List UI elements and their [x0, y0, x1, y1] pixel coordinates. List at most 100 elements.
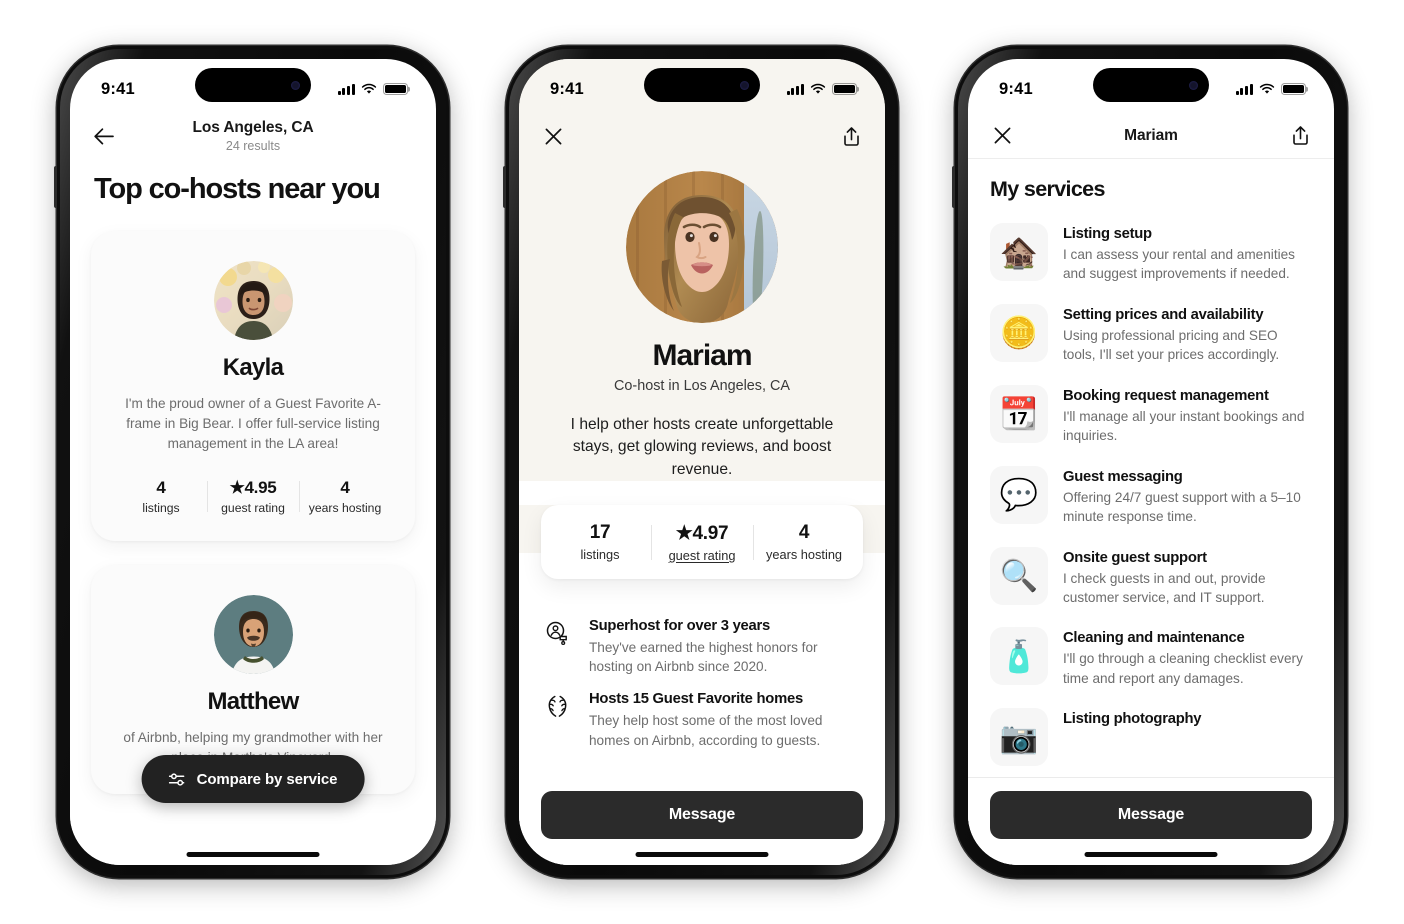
- status-bar: 9:41: [70, 59, 436, 113]
- avatar: [626, 171, 778, 323]
- avatar: [213, 261, 293, 341]
- badge-desc: They help host some of the most loved ho…: [589, 713, 823, 748]
- cohost-stats: 4 listings ★4.95 guest rating 4 years ho…: [115, 478, 391, 515]
- front-camera-icon: [291, 80, 300, 90]
- service-desc: I'll go through a cleaning checklist eve…: [1063, 651, 1303, 686]
- service-item[interactable]: 🏚️ Listing setup I can assess your renta…: [990, 213, 1312, 294]
- service-title: Cleaning and maintenance: [1063, 630, 1245, 647]
- phone-2-navbar: [519, 113, 885, 159]
- share-upload-icon: [1292, 126, 1308, 145]
- badge-desc: They've earned the highest honors for ho…: [589, 639, 818, 675]
- phone-2-profile: 9:41 Mariam Co-host in Los Angeles, CA I…: [503, 46, 898, 878]
- stat-value: ★4.95: [229, 478, 277, 498]
- avatar-image: [626, 171, 778, 323]
- badge-text: Hosts 15 Guest Favorite homes They help …: [589, 691, 859, 750]
- status-icons: [1235, 82, 1306, 96]
- cellular-bars-icon: [1235, 83, 1253, 95]
- stat-guest-rating[interactable]: ★4.97 guest rating: [651, 522, 753, 563]
- badge-superhost: Superhost for over 3 years They've earne…: [545, 603, 859, 677]
- service-title: Setting prices and availability: [1063, 306, 1264, 323]
- profile-hero: Mariam Co-host in Los Angeles, CA I help…: [519, 159, 885, 481]
- service-text: Listing setup I can assess your rental a…: [1063, 223, 1312, 284]
- service-item[interactable]: 📷 Listing photography: [990, 698, 1312, 776]
- service-item[interactable]: 🧴 Cleaning and maintenance I'll go throu…: [990, 617, 1312, 698]
- phone-1-search-results: 9:41 Los Angeles, CA 24 results Top co-h…: [54, 46, 449, 878]
- service-title: Listing photography: [1063, 711, 1202, 728]
- home-indicator[interactable]: [186, 852, 320, 857]
- house-icon: 🏚️: [990, 223, 1048, 281]
- speech-bubbles-icon: 💬: [990, 465, 1048, 524]
- message-button[interactable]: Message: [541, 791, 863, 839]
- badge-title: Superhost for over 3 years: [589, 617, 770, 634]
- close-button[interactable]: [987, 121, 1017, 151]
- profile-subtitle: Co-host in Los Angeles, CA: [614, 378, 790, 394]
- avatar-image: [213, 261, 293, 341]
- home-indicator[interactable]: [635, 852, 769, 857]
- service-desc: Using professional pricing and SEO tools…: [1063, 327, 1280, 363]
- screenshot-stage: 9:41 Los Angeles, CA 24 results Top co-h…: [0, 0, 1404, 924]
- tune-sliders-icon: [168, 772, 185, 786]
- message-button[interactable]: Message: [990, 791, 1312, 839]
- stat-listings: 4 listings: [115, 478, 207, 515]
- cohost-name: Matthew: [207, 688, 299, 716]
- service-desc: Offering 24/7 guest support with a 5–10 …: [1063, 489, 1301, 525]
- stat-value: 4: [798, 521, 810, 543]
- phone-1-navbar: Los Angeles, CA 24 results: [70, 113, 436, 159]
- page-title: Los Angeles, CA: [192, 118, 314, 136]
- badge-text: Superhost for over 3 years They've earne…: [589, 618, 859, 677]
- services-scroll[interactable]: My services 🏚️ Listing setup I can asses…: [968, 159, 1334, 865]
- service-desc: I can assess your rental and amenities a…: [1063, 247, 1295, 282]
- phone-2-content: Mariam Co-host in Los Angeles, CA I help…: [519, 159, 885, 865]
- camera-icon: 📷: [990, 708, 1048, 767]
- badge-title: Hosts 15 Guest Favorite homes: [589, 691, 803, 708]
- service-title: Onsite guest support: [1063, 549, 1207, 566]
- service-item[interactable]: 🔍 Onsite guest support I check guests in…: [990, 537, 1312, 618]
- status-bar: 9:41: [519, 59, 885, 113]
- cohost-card-kayla[interactable]: Kayla I'm the proud owner of a Guest Fav…: [91, 231, 415, 542]
- close-x-icon: [545, 128, 561, 144]
- front-camera-icon: [1189, 80, 1198, 90]
- guest-favorite-laurel-icon: [545, 691, 572, 750]
- profile-stats-card: 17 listings ★4.97 guest rating 4 years h…: [541, 504, 863, 579]
- status-time: 9:41: [999, 79, 1033, 98]
- spray-bottle-icon: 🧴: [990, 627, 1048, 686]
- page-title: Mariam: [1124, 126, 1178, 144]
- wifi-icon: [1259, 83, 1275, 94]
- close-button[interactable]: [538, 121, 568, 151]
- status-icons: [786, 82, 857, 96]
- phone-1-nav-title-wrap: Los Angeles, CA 24 results: [192, 119, 313, 153]
- stat-guest-rating: ★4.95 guest rating: [207, 478, 299, 515]
- share-button[interactable]: [836, 121, 866, 151]
- profile-stats-wrap: 17 listings ★4.97 guest rating 4 years h…: [519, 504, 885, 591]
- dynamic-island: [644, 68, 760, 102]
- service-text: Onsite guest support I check guests in a…: [1063, 547, 1312, 608]
- profile-bio: I help other hosts create unforgettable …: [570, 416, 834, 478]
- profile-name: Mariam: [652, 339, 752, 372]
- status-icons: [337, 82, 408, 96]
- service-item[interactable]: 🪙 Setting prices and availability Using …: [990, 294, 1312, 375]
- service-title: Listing setup: [1063, 226, 1152, 242]
- stat-value: 4: [340, 478, 350, 498]
- stat-value: 4: [156, 478, 166, 498]
- status-time: 9:41: [550, 79, 584, 98]
- service-desc: I check guests in and out, provide custo…: [1063, 570, 1266, 605]
- home-indicator[interactable]: [1084, 852, 1218, 857]
- back-button[interactable]: [89, 121, 119, 151]
- calendar-icon: 📆: [990, 384, 1048, 443]
- stat-label: years hosting: [308, 501, 382, 516]
- compare-by-service-label: Compare by service: [196, 770, 338, 788]
- wifi-icon: [361, 83, 377, 94]
- compare-by-service-button[interactable]: Compare by service: [141, 755, 365, 803]
- service-item[interactable]: 📆 Booking request management I'll manage…: [990, 375, 1312, 456]
- service-item[interactable]: 💬 Guest messaging Offering 24/7 guest su…: [990, 456, 1312, 537]
- cohost-bio: I'm the proud owner of a Guest Favorite …: [125, 396, 381, 452]
- phone-3-services: 9:41 Mariam My services 🏚️ Listing setup…: [952, 46, 1347, 878]
- phone-2-screen: 9:41 Mariam Co-host in Los Angeles, CA I…: [519, 59, 885, 865]
- cellular-bars-icon: [786, 83, 804, 95]
- stat-label[interactable]: guest rating: [651, 548, 753, 563]
- coin-icon: 🪙: [990, 303, 1048, 362]
- phone-3-screen: 9:41 Mariam My services 🏚️ Listing setup…: [968, 59, 1334, 865]
- magnifying-key-icon: 🔍: [990, 546, 1048, 605]
- share-button[interactable]: [1285, 121, 1315, 151]
- profile-badges: Superhost for over 3 years They've earne…: [519, 590, 885, 751]
